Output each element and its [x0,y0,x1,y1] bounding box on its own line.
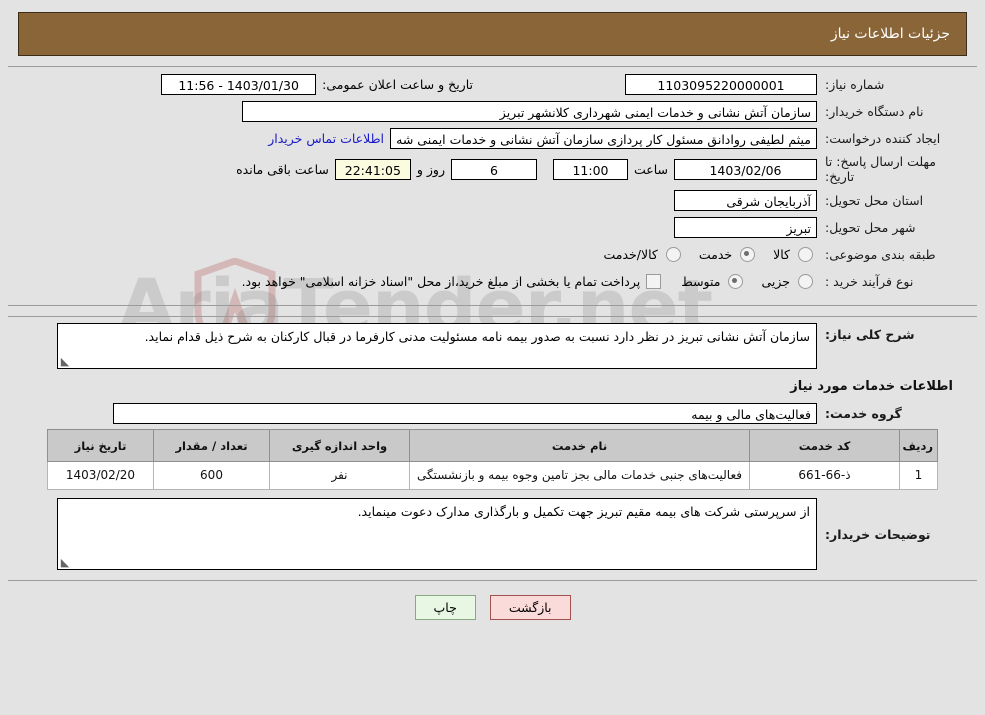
col-service-name: نام خدمت [409,429,750,462]
description-value[interactable]: سازمان آتش نشانی تبریز در نظر دارد نسبت … [57,323,817,369]
announce-datetime-value: 1403/01/30 - 11:56 [161,73,317,95]
cell-service-code: ذ-66-661 [749,461,900,490]
row-deadline: مهلت ارسال پاسخ: تا تاریخ: 1403/02/06 سا… [18,154,967,184]
table-row: 1 ذ-66-661 فعالیت‌های جنبی خدمات مالی بج… [47,461,938,490]
row-service-group: گروه خدمت: فعالیت‌های مالی و بیمه [18,402,967,424]
province-value: آذربایجان شرقی [674,189,817,211]
province-label: استان محل تحویل: [825,192,924,208]
resize-grip-icon[interactable]: ◢ [60,556,70,569]
buyer-org-label: نام دستگاه خریدار: [825,103,924,119]
islamic-treasury-note: پرداخت تمام یا بخشی از مبلغ خرید،از محل … [241,273,641,289]
deadline-label: مهلت ارسال پاسخ: تا تاریخ: [825,154,936,184]
city-value: تبریز [674,216,817,238]
description-label: شرح کلی نیاز: [825,327,915,342]
service-group-label: گروه خدمت: [825,405,902,421]
page-title: جزئیات اطلاعات نیاز [830,26,950,42]
time-remaining-value: 22:41:05 [334,158,411,180]
services-section-heading: اطلاعات خدمات مورد نیاز [790,379,953,394]
radio-category-goods-service-label: کالا/خدمت [603,246,658,262]
deadline-time-value: 11:00 [552,158,628,180]
need-info-panel: شماره نیاز: 1103095220000001 تاریخ و ساع… [8,66,977,306]
col-row-no: ردیف [899,429,938,462]
radio-process-medium-label: متوسط [681,273,721,289]
description-panel: شرح کلی نیاز: سازمان آتش نشانی تبریز در … [8,316,977,581]
col-service-code: کد خدمت [749,429,900,462]
city-label: شهر محل تحویل: [825,219,916,235]
buyer-notes-label: توضیحات خریدار: [825,526,931,542]
days-remaining-value: 6 [450,158,537,180]
hour-label: ساعت [633,161,668,177]
resize-grip-icon[interactable]: ◢ [60,355,70,368]
cell-service-name: فعالیت‌های جنبی خدمات مالی بجز تامین وجو… [409,461,750,490]
row-province: استان محل تحویل: آذربایجان شرقی [18,189,967,211]
row-buyer-org: نام دستگاه خریدار: سازمان آتش نشانی و خد… [18,100,967,122]
need-number-value: 1103095220000001 [625,73,817,95]
page-header: جزئیات اطلاعات نیاز [18,12,967,56]
checkbox-islamic-treasury[interactable] [646,273,662,289]
radio-category-goods-service[interactable] [665,246,681,262]
cell-row-no: 1 [899,461,938,490]
days-label: روز و [416,161,445,177]
deadline-date-value: 1403/02/06 [674,158,817,180]
need-number-label: شماره نیاز: [825,76,885,92]
footer-button-bar: بازگشت چاپ [0,595,985,620]
radio-category-service-label: خدمت [698,246,733,262]
remaining-suffix-label: ساعت باقی مانده [236,161,329,177]
buyer-notes-text: از سرپرستی شرکت های بیمه مقیم تبریز جهت … [357,504,810,519]
row-general-description: شرح کلی نیاز: سازمان آتش نشانی تبریز در … [18,323,967,369]
print-button[interactable]: چاپ [414,595,476,620]
radio-process-medium[interactable] [728,273,744,289]
buyer-org-value: سازمان آتش نشانی و خدمات ایمنی شهرداری ک… [242,100,817,122]
announce-datetime-label: تاریخ و ساعت اعلان عمومی: [322,76,473,92]
back-button[interactable]: بازگشت [489,595,571,620]
buyer-contact-link[interactable]: اطلاعات تماس خریدار [262,131,390,146]
row-category: طبقه بندی موضوعی: کالا خدمت کالا/خدمت [18,243,967,265]
row-process-type: نوع فرآیند خرید : جزیی متوسط پرداخت تمام… [18,270,967,292]
col-need-date: تاریخ نیاز [47,429,154,462]
row-need-number: شماره نیاز: 1103095220000001 تاریخ و ساع… [18,73,967,95]
cell-quantity: 600 [153,461,270,490]
buyer-notes-value[interactable]: از سرپرستی شرکت های بیمه مقیم تبریز جهت … [57,498,817,570]
table-header-row: ردیف کد خدمت نام خدمت واحد اندازه گیری ت… [47,429,938,462]
description-text: سازمان آتش نشانی تبریز در نظر دارد نسبت … [144,329,810,344]
creator-value: میثم لطیفی روادانق مسئول کار پردازی سازم… [390,127,817,149]
radio-category-service[interactable] [740,246,756,262]
process-label: نوع فرآیند خرید : [825,273,914,289]
radio-category-goods-label: کالا [773,246,790,262]
col-unit: واحد اندازه گیری [269,429,410,462]
col-quantity: تعداد / مقدار [153,429,270,462]
cell-need-date: 1403/02/20 [47,461,154,490]
row-city: شهر محل تحویل: تبریز [18,216,967,238]
radio-category-goods[interactable] [798,246,813,262]
creator-label: ایجاد کننده درخواست: [825,130,941,146]
category-label: طبقه بندی موضوعی: [825,246,936,262]
service-group-value: فعالیت‌های مالی و بیمه [113,402,817,424]
radio-process-minor[interactable] [798,273,813,289]
row-buyer-notes: توضیحات خریدار: از سرپرستی شرکت های بیمه… [18,498,967,570]
radio-process-minor-label: جزیی [761,273,790,289]
services-table: ردیف کد خدمت نام خدمت واحد اندازه گیری ت… [47,429,938,490]
row-creator: ایجاد کننده درخواست: میثم لطیفی روادانق … [18,127,967,149]
cell-unit: نفر [269,461,410,490]
